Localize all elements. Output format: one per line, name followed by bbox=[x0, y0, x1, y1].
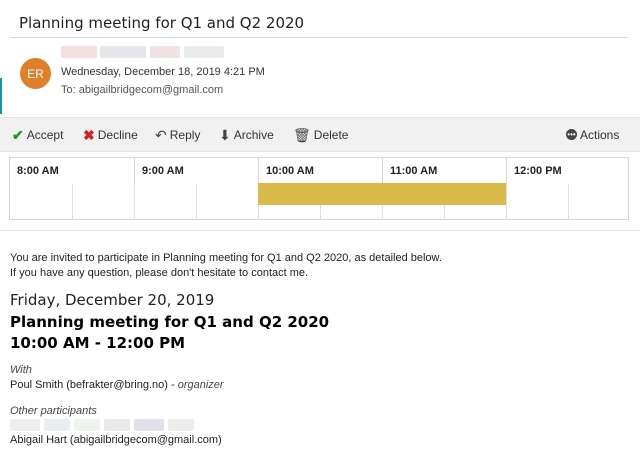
hour-label: 11:00 AM bbox=[382, 158, 506, 184]
reply-button[interactable]: ↶ Reply bbox=[155, 118, 200, 151]
subject-divider bbox=[10, 37, 628, 38]
hour-label: 12:00 PM bbox=[506, 158, 628, 184]
half-hour-divider bbox=[72, 184, 73, 220]
email-subject: Planning meeting for Q1 and Q2 2020 bbox=[19, 14, 305, 32]
more-options-icon: ••• bbox=[566, 129, 577, 140]
checkmark-icon: ✔ bbox=[12, 126, 24, 143]
decline-button[interactable]: ✖ Decline bbox=[83, 118, 138, 151]
organizer-line: Poul Smith (befrakter@bring.no) - organi… bbox=[10, 379, 224, 391]
organizer-separator: - bbox=[170, 379, 178, 391]
invitation-text: You are invited to participate in Planni… bbox=[10, 251, 442, 281]
trash-icon: 🗑 bbox=[293, 126, 311, 143]
reply-label: Reply bbox=[169, 127, 201, 142]
archive-label: Archive bbox=[233, 127, 274, 142]
selection-accent-bar bbox=[0, 78, 2, 114]
archive-down-arrow-icon: ⬇ bbox=[219, 126, 231, 143]
delete-label: Delete bbox=[313, 127, 349, 142]
invitation-line: If you have any question, please don't h… bbox=[10, 267, 309, 279]
hour-label: 9:00 AM bbox=[134, 158, 258, 184]
meeting-time: 10:00 AM - 12:00 PM bbox=[10, 334, 186, 352]
schedule-timeline: 8:00 AM 9:00 AM 10:00 AM 11:00 AM 12:00 … bbox=[9, 157, 629, 220]
x-icon: ✖ bbox=[83, 126, 95, 143]
archive-button[interactable]: ⬇ Archive bbox=[219, 118, 274, 151]
participant-entry[interactable]: Abigail Hart (abigailbridgecom@gmail.com… bbox=[10, 434, 222, 446]
meeting-title: Planning meeting for Q1 and Q2 2020 bbox=[10, 313, 330, 331]
reply-arrow-icon: ↶ bbox=[155, 126, 167, 143]
recipient-line: To: abigailbridgecom@gmail.com bbox=[61, 84, 224, 96]
half-hour-divider bbox=[196, 184, 197, 220]
other-participants-label: Other participants bbox=[10, 405, 97, 417]
hour-divider bbox=[134, 184, 135, 220]
actions-button[interactable]: ••• Actions bbox=[566, 118, 619, 151]
meeting-busy-block[interactable] bbox=[258, 183, 506, 205]
delete-button[interactable]: 🗑 Delete bbox=[293, 118, 348, 151]
hour-label: 8:00 AM bbox=[17, 165, 59, 177]
sender-avatar: ER bbox=[20, 58, 51, 89]
content-divider bbox=[0, 230, 640, 231]
accept-button[interactable]: ✔ Accept bbox=[12, 118, 63, 151]
sent-timestamp: Wednesday, December 18, 2019 4:21 PM bbox=[61, 66, 265, 78]
invitation-line: You are invited to participate in Planni… bbox=[10, 252, 442, 264]
actions-label: Actions bbox=[580, 127, 620, 142]
organizer-name: Poul Smith (befrakter@bring.no) bbox=[10, 379, 168, 391]
organizer-role: organizer bbox=[177, 379, 224, 391]
hour-divider bbox=[506, 184, 507, 220]
meeting-toolbar: ✔ Accept ✖ Decline ↶ Reply ⬇ Archive 🗑 D… bbox=[0, 117, 640, 152]
half-hour-divider bbox=[568, 184, 569, 220]
with-label: With bbox=[10, 364, 32, 376]
accept-label: Accept bbox=[26, 127, 64, 142]
decline-label: Decline bbox=[97, 127, 138, 142]
meeting-date: Friday, December 20, 2019 bbox=[10, 291, 215, 309]
hour-label: 10:00 AM bbox=[258, 158, 382, 184]
